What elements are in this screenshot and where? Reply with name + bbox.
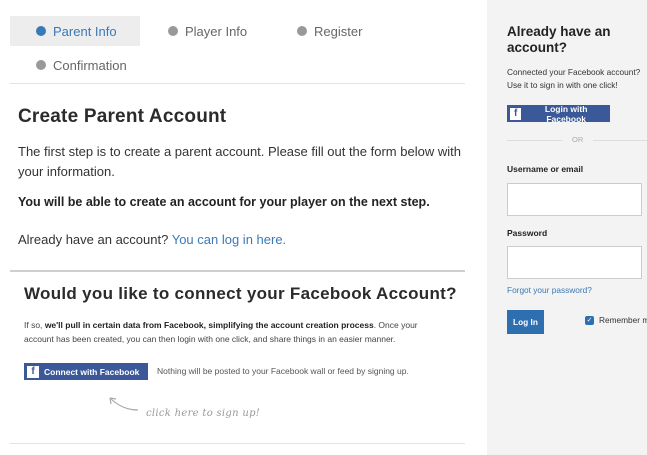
- sidebar-description: Connected your Facebook account? Use it …: [507, 67, 641, 90]
- click-here-hint: click here to sign up!: [146, 408, 261, 419]
- username-input[interactable]: [507, 183, 642, 216]
- step-label: Player Info: [185, 23, 248, 39]
- login-prompt: Already have an account? You can log in …: [18, 232, 286, 247]
- step-parent-info[interactable]: Parent Info: [10, 16, 140, 46]
- facebook-description: If so, we'll pull in certain data from F…: [24, 318, 444, 346]
- connect-facebook-label: Connect with Facebook: [44, 366, 140, 377]
- username-label: Username or email: [507, 164, 584, 174]
- sidebar-title: Already have an account?: [507, 24, 611, 55]
- password-input[interactable]: [507, 246, 642, 279]
- step-dot-icon: [36, 60, 46, 70]
- login-prefix: Already have an account?: [18, 232, 169, 247]
- facebook-icon: f: [510, 107, 522, 120]
- next-step-text: You will be able to create an account fo…: [18, 195, 430, 209]
- facebook-connect-section: Would you like to connect your Facebook …: [10, 270, 465, 444]
- step-register[interactable]: Register: [297, 16, 362, 46]
- facebook-section-title: Would you like to connect your Facebook …: [24, 284, 457, 303]
- remember-me-label: Remember me: [599, 315, 647, 325]
- curved-arrow-icon: [109, 397, 139, 411]
- facebook-icon: f: [27, 365, 39, 378]
- step-label: Confirmation: [53, 57, 127, 73]
- or-text: OR: [562, 135, 594, 144]
- step-dot-icon: [168, 26, 178, 36]
- forgot-password-link[interactable]: Forgot your password?: [507, 285, 592, 295]
- checkbox-checked-icon: ✓: [585, 315, 594, 325]
- password-label: Password: [507, 228, 548, 238]
- step-label: Register: [314, 23, 363, 39]
- login-sidebar: Already have an account? Connected your …: [487, 0, 647, 455]
- remember-me-checkbox[interactable]: ✓ Remember me: [585, 315, 647, 325]
- step-confirmation[interactable]: Confirmation: [10, 50, 127, 80]
- login-facebook-label: Login with Facebook: [544, 103, 588, 124]
- facebook-desc-bold: we'll pull in certain data from Facebook…: [44, 320, 374, 330]
- login-facebook-button[interactable]: f Login with Facebook: [507, 103, 610, 124]
- step-label: Parent Info: [53, 23, 117, 39]
- step-dot-icon: [36, 26, 46, 36]
- or-divider: OR: [507, 133, 647, 147]
- login-here-link[interactable]: You can log in here.: [172, 232, 286, 247]
- page-title: Create Parent Account: [18, 106, 227, 127]
- steps-nav: Parent Info Player Info Register Confirm…: [10, 0, 465, 84]
- intro-text: The first step is to create a parent acc…: [18, 144, 461, 179]
- login-button[interactable]: Log In: [507, 310, 544, 334]
- facebook-desc-prefix: If so,: [24, 320, 43, 330]
- step-player-info[interactable]: Player Info: [168, 16, 247, 46]
- facebook-privacy-note: Nothing will be posted to your Facebook …: [157, 366, 409, 376]
- step-dot-icon: [297, 26, 307, 36]
- connect-facebook-button[interactable]: f Connect with Facebook: [24, 363, 148, 380]
